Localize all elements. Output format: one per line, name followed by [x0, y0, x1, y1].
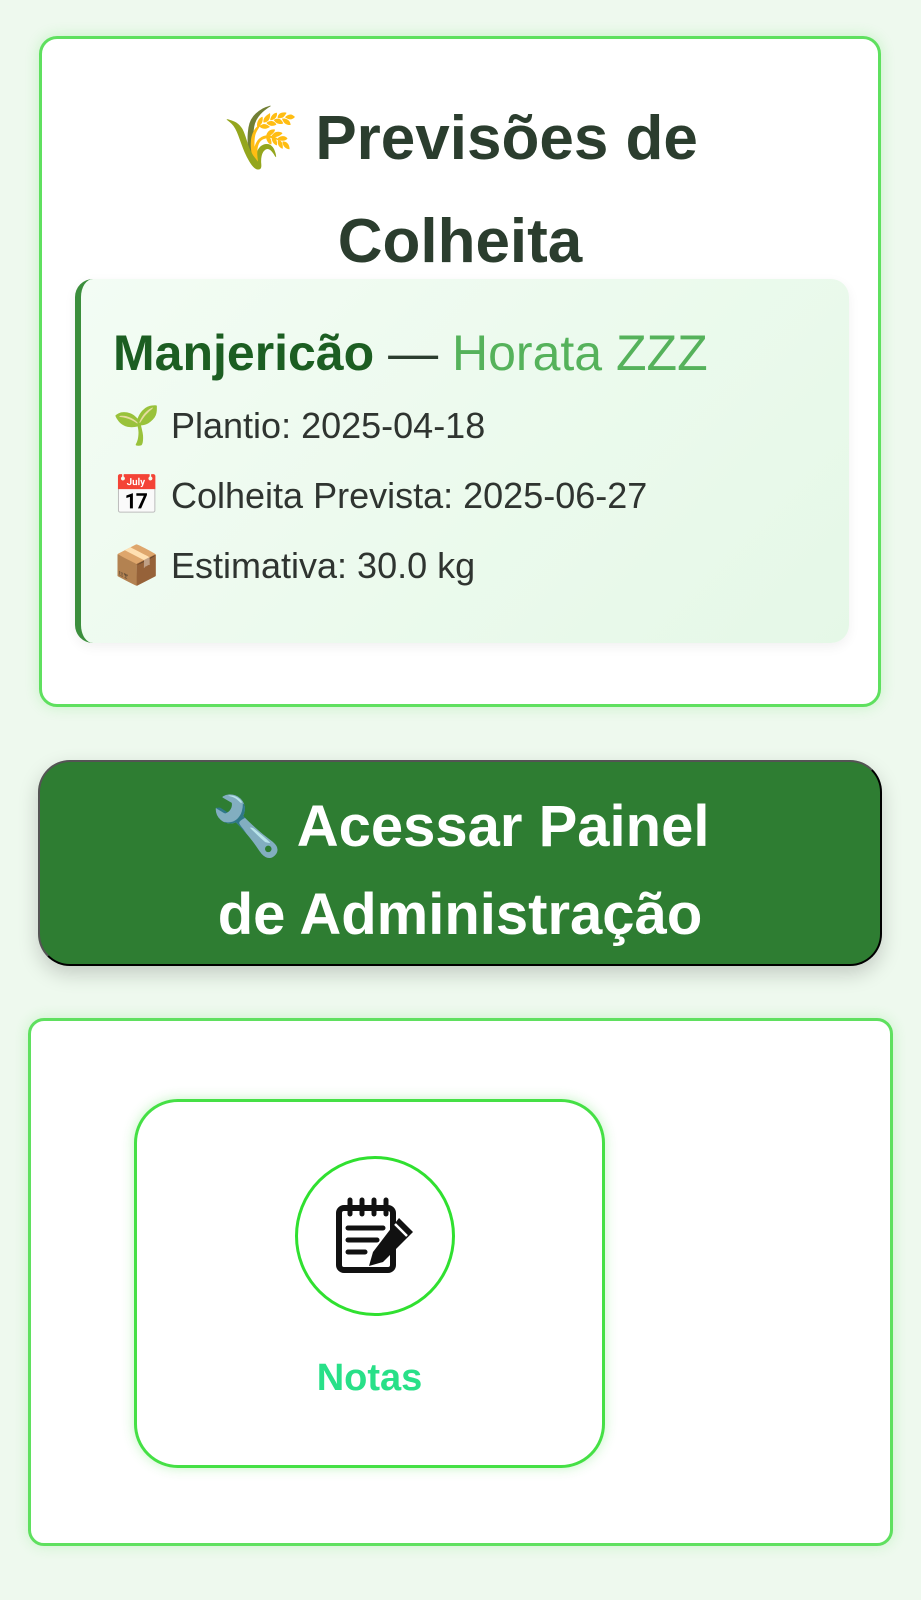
admin-panel-button[interactable]: 🔧 Acessar Painel de Administração	[38, 760, 882, 966]
harvest-date-row: 📅 Colheita Prevista: 2025-06-27	[113, 473, 647, 519]
seedling-icon: 🌱	[113, 405, 161, 447]
planting-date: Plantio: 2025-04-18	[171, 405, 486, 446]
garden-name: Horata ZZZ	[452, 325, 708, 381]
wrench-icon: 🔧	[210, 793, 283, 859]
planting-date-row: 🌱 Plantio: 2025-04-18	[113, 403, 485, 449]
crop-separator: —	[374, 325, 453, 381]
harvest-date: Colheita Prevista: 2025-06-27	[171, 475, 648, 516]
crop-forecast-item[interactable]: Manjericão — Horata ZZZ 🌱 Plantio: 2025-0…	[75, 279, 849, 643]
package-icon: 📦	[113, 545, 161, 587]
estimate-row: 📦 Estimativa: 30.0 kg	[113, 543, 475, 589]
calendar-icon: 📅	[113, 475, 161, 517]
notes-label: Notas	[316, 1357, 423, 1399]
yield-estimate: Estimativa: 30.0 kg	[171, 545, 476, 586]
notes-icon-circle	[295, 1156, 455, 1316]
notes-tile[interactable]: Notas	[134, 1099, 605, 1468]
admin-panel-label: Acessar Painel de Administração	[217, 793, 710, 947]
notepad-edit-icon	[336, 1197, 413, 1273]
crop-header: Manjericão — Horata ZZZ	[113, 323, 708, 383]
forecast-title-text: Previsões de Colheita	[315, 104, 698, 276]
harvest-forecast-card: 🌾 Previsões de Colheita Manjericão — Hora…	[39, 36, 881, 707]
crop-name: Manjericão	[113, 325, 375, 381]
wheat-icon: 🌾	[222, 104, 300, 173]
page: 🌾 Previsões de Colheita Manjericão — Hora…	[0, 0, 921, 1600]
shortcuts-panel: Notas	[28, 1018, 893, 1546]
forecast-title: 🌾 Previsões de Colheita	[42, 87, 878, 293]
